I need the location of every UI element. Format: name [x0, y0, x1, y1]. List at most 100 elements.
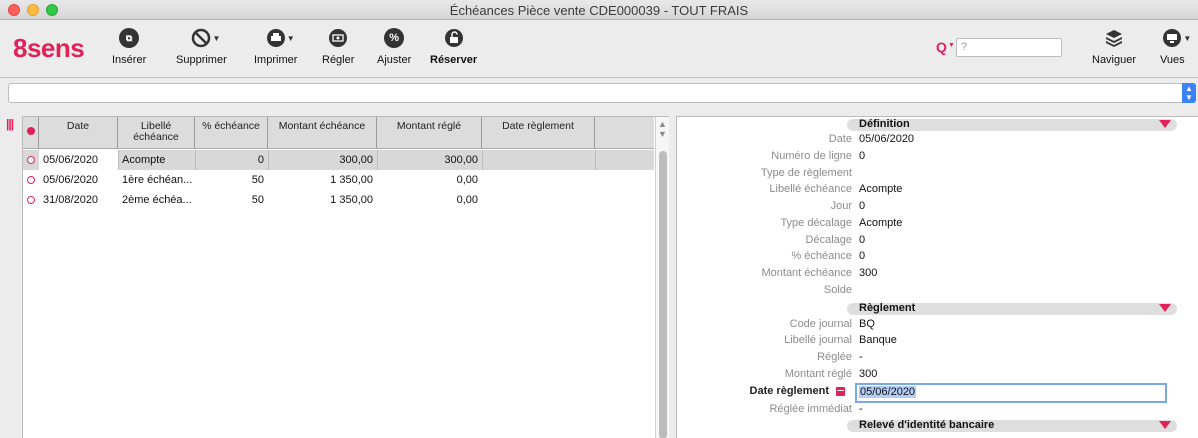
scrollbar-thumb[interactable]: [659, 151, 667, 438]
field-label-date-reglement: Date règlement: [749, 385, 829, 397]
search-icon[interactable]: Q: [936, 39, 947, 55]
scroll-up-icon[interactable]: ▲: [658, 119, 667, 129]
cell-date[interactable]: 05/06/2020: [39, 150, 118, 170]
column-header-pct[interactable]: % échéance: [195, 117, 268, 149]
filter-input[interactable]: ▲ ▼: [8, 83, 1196, 103]
insert-icon: ⧉: [119, 28, 140, 48]
cell-pct[interactable]: 50: [195, 190, 268, 210]
scroll-down-icon[interactable]: ▼: [658, 129, 667, 139]
cell-date[interactable]: 05/06/2020: [39, 170, 118, 190]
field-value-date[interactable]: 05/06/2020: [859, 133, 914, 145]
pay-button[interactable]: Régler: [322, 28, 354, 66]
delete-icon: ▼: [191, 28, 220, 48]
pay-icon: [328, 28, 348, 48]
table-row[interactable]: 05/06/2020 1ère échéan... 50 1 350,00 0,…: [23, 170, 654, 190]
insert-button[interactable]: ⧉ Insérer: [112, 28, 146, 66]
row-status-icon: [27, 156, 35, 164]
table-row[interactable]: 05/06/2020 Acompte 0 300,00 300,00: [23, 150, 654, 170]
field-label-type-reglement: Type de règlement: [760, 167, 852, 179]
column-header-montant[interactable]: Montant échéance: [268, 117, 377, 149]
title-bar: Échéances Pièce vente CDE000039 - TOUT F…: [0, 0, 1198, 20]
cell-montant[interactable]: 1 350,00: [268, 170, 377, 190]
navigate-button[interactable]: Naviguer: [1092, 28, 1136, 66]
field-label-jour: Jour: [830, 200, 852, 212]
cell-libelle[interactable]: Acompte: [118, 150, 195, 170]
cell-libelle[interactable]: 1ère échéan...: [118, 170, 195, 190]
views-button[interactable]: ▼ Vues: [1160, 28, 1191, 66]
section-reglement[interactable]: Règlement: [847, 302, 1177, 315]
cell-date-reglement[interactable]: [482, 170, 595, 190]
field-value-libelle-journal[interactable]: Banque: [859, 334, 897, 346]
window-title: Échéances Pièce vente CDE000039 - TOUT F…: [449, 3, 749, 18]
collapse-caret-icon[interactable]: [1159, 304, 1171, 312]
column-header-date-reglement[interactable]: Date règlement: [482, 117, 595, 149]
field-label-pct: % échéance: [791, 250, 852, 262]
field-value-jour[interactable]: 0: [859, 200, 865, 212]
field-label-date: Date: [828, 133, 852, 145]
table-row[interactable]: 31/08/2020 2ème échéa... 50 1 350,00 0,0…: [23, 190, 654, 210]
column-header-regle[interactable]: Montant réglé: [377, 117, 482, 149]
column-header-extra[interactable]: [595, 117, 654, 149]
cell-montant[interactable]: 1 350,00: [268, 190, 377, 210]
chevron-down-icon[interactable]: ▼: [948, 42, 955, 49]
filter-stepper-icon[interactable]: ▲ ▼: [1182, 83, 1196, 103]
section-definition[interactable]: Définition: [847, 118, 1177, 131]
section-title: Relevé d'identité bancaire: [859, 419, 995, 431]
field-value-decalage[interactable]: 0: [859, 234, 865, 246]
percent-icon: %: [384, 28, 405, 48]
field-label-decalage: Décalage: [805, 234, 852, 246]
column-header-libelle[interactable]: Libellé échéance: [118, 117, 195, 149]
field-label-numero-ligne: Numéro de ligne: [771, 150, 852, 162]
cell-pct[interactable]: 0: [195, 150, 268, 170]
chevron-down-icon: ▼: [212, 34, 221, 43]
field-label-type-decalage: Type décalage: [780, 217, 852, 229]
cell-regle[interactable]: 300,00: [377, 150, 482, 170]
field-value-montant[interactable]: 300: [859, 267, 877, 279]
cell-date[interactable]: 31/08/2020: [39, 190, 118, 210]
chevron-down-icon: ▼: [286, 34, 295, 43]
reserve-button[interactable]: Réserver: [430, 28, 477, 66]
column-header-date[interactable]: Date: [39, 117, 118, 149]
field-value-reglee[interactable]: -: [859, 351, 863, 363]
cell-date-reglement[interactable]: [482, 190, 595, 210]
field-value-numero-ligne[interactable]: 0: [859, 150, 865, 162]
search-input[interactable]: ?: [956, 38, 1062, 57]
field-label-code-journal: Code journal: [789, 318, 852, 330]
layers-icon: [1104, 28, 1124, 48]
status-column-header[interactable]: [23, 117, 39, 149]
field-label-libelle: Libellé échéance: [769, 183, 852, 195]
app-logo: 8sens: [13, 33, 85, 63]
field-value-type-decalage[interactable]: Acompte: [859, 217, 902, 229]
section-title: Règlement: [859, 302, 916, 314]
monitor-icon: ▼: [1162, 28, 1191, 48]
grid-scrollbar[interactable]: ▲ ▼: [655, 117, 669, 438]
print-icon: ▼: [266, 28, 295, 48]
adjust-button[interactable]: % Ajuster: [377, 28, 411, 66]
collapse-caret-icon[interactable]: [1159, 421, 1171, 429]
field-label-reglee: Réglée: [817, 351, 852, 363]
field-value-montant-regle[interactable]: 300: [859, 368, 877, 380]
cell-date-reglement[interactable]: [482, 150, 595, 170]
field-value-pct[interactable]: 0: [859, 250, 865, 262]
field-value-reglee-immediat[interactable]: -: [859, 403, 863, 415]
section-rib[interactable]: Relevé d'identité bancaire: [847, 419, 1177, 432]
chevron-down-icon: ▼: [1183, 34, 1192, 43]
field-value-libelle[interactable]: Acompte: [859, 183, 902, 195]
cell-regle[interactable]: 0,00: [377, 190, 482, 210]
field-value-code-journal[interactable]: BQ: [859, 318, 875, 330]
status-dot-icon: [27, 127, 35, 135]
cell-montant[interactable]: 300,00: [268, 150, 377, 170]
date-reglement-input[interactable]: 05/06/2020: [855, 383, 1167, 403]
cell-libelle[interactable]: 2ème échéa...: [118, 190, 195, 210]
echeances-grid: Date Libellé échéance % échéance Montant…: [22, 116, 669, 438]
print-button[interactable]: ▼ Imprimer: [254, 28, 297, 66]
column-resize-handle-icon[interactable]: |||: [6, 117, 14, 131]
reserve-icon: [444, 28, 464, 48]
collapse-caret-icon[interactable]: [1159, 120, 1171, 128]
row-status-icon: [27, 176, 35, 184]
field-label-montant: Montant échéance: [761, 267, 852, 279]
cell-pct[interactable]: 50: [195, 170, 268, 190]
calendar-icon[interactable]: [836, 387, 845, 396]
cell-regle[interactable]: 0,00: [377, 170, 482, 190]
delete-button[interactable]: ▼ Supprimer: [176, 28, 227, 66]
